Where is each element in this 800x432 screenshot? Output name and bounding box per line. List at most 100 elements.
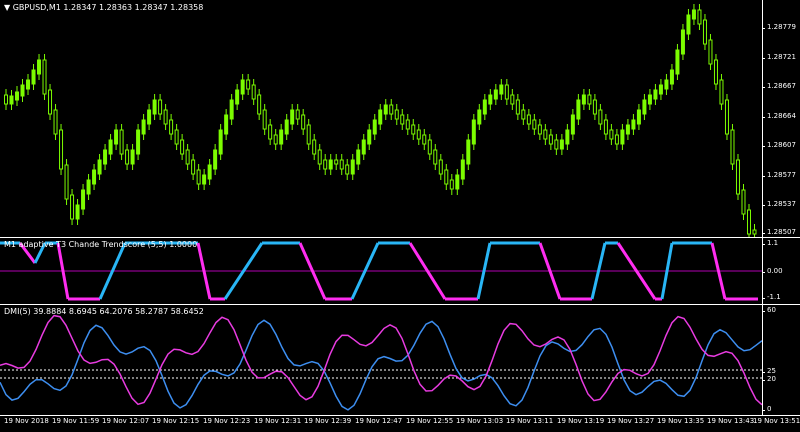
candle-body — [103, 149, 108, 165]
candle-body — [295, 109, 300, 120]
price-candles-chart — [4, 4, 757, 237]
candle-body — [268, 124, 273, 140]
time-label: 19 Nov 13:43 — [707, 417, 755, 425]
candle-body — [20, 84, 25, 97]
candle-body — [653, 89, 658, 100]
candle-body — [9, 95, 14, 105]
candle-body — [284, 119, 289, 135]
candle-body — [482, 99, 487, 115]
candle-body — [70, 194, 75, 220]
candle-body — [141, 119, 146, 135]
time-axis[interactable]: 19 Nov 2018 19 Nov 11:59 19 Nov 12:07 19… — [0, 417, 800, 432]
candle-body — [592, 99, 597, 115]
candle-body — [741, 189, 746, 215]
candle-body — [537, 124, 542, 135]
trendscore-tick: -1.1 — [762, 293, 781, 301]
candle-body — [229, 99, 234, 120]
price-tick: 1.28664 — [762, 112, 796, 120]
trendscore-scale[interactable]: 1.1 0.00 -1.1 — [761, 238, 800, 304]
time-label: 19 Nov 13:35 — [657, 417, 705, 425]
candle-body — [730, 129, 735, 165]
candle-body — [64, 164, 69, 200]
time-label: 19 Nov 13:11 — [506, 417, 554, 425]
candle-body — [647, 94, 652, 105]
symbol-header: ▼ GBPUSD,M1 1.28347 1.28363 1.28347 1.28… — [4, 3, 203, 12]
candle-body — [565, 129, 570, 145]
candle-body — [515, 99, 520, 115]
dmi-pane[interactable]: DMI(5) 39.8884 8.6945 64.2076 58.2787 58… — [0, 305, 762, 415]
candle-body — [218, 129, 223, 155]
candle-body — [675, 49, 680, 75]
candle-body — [460, 159, 465, 180]
candle-body — [169, 119, 174, 135]
candle-body — [444, 169, 449, 185]
time-label: 19 Nov 13:51 — [753, 417, 800, 425]
dmi-minus-line — [0, 314, 762, 406]
candle-body — [708, 39, 713, 65]
candle-body — [108, 139, 113, 155]
candle-body — [224, 114, 229, 135]
candle-body — [246, 79, 251, 90]
dmi-scale[interactable]: 60 25 20 0 — [761, 305, 800, 415]
price-chart-pane[interactable]: ▼ GBPUSD,M1 1.28347 1.28363 1.28347 1.28… — [0, 0, 762, 237]
candle-body — [92, 169, 97, 185]
candle-body — [658, 84, 663, 95]
candle-body — [422, 134, 427, 145]
candle-body — [427, 139, 432, 155]
candle-body — [323, 159, 328, 170]
dmi-header: DMI(5) 39.8884 8.6945 64.2076 58.2787 58… — [4, 307, 204, 316]
candle-body — [306, 124, 311, 145]
candle-body — [691, 9, 696, 20]
candle-body — [136, 129, 141, 155]
time-label: 19 Nov 12:55 — [406, 417, 454, 425]
candle-body — [389, 104, 394, 115]
candle-body — [328, 159, 333, 170]
candle-body — [752, 229, 757, 235]
candle-body — [609, 129, 614, 140]
candle-body — [598, 109, 603, 125]
candle-body — [416, 129, 421, 140]
candle-body — [48, 89, 53, 115]
candle-body — [400, 114, 405, 125]
dmi-tick: 60 — [762, 306, 776, 314]
price-scale[interactable]: 1.28779 1.28721 1.28667 1.28664 1.28607 … — [762, 0, 800, 237]
trendscore-tick: 0.00 — [762, 267, 783, 275]
time-label: 19 Nov 2018 — [4, 417, 49, 425]
collapse-triangle-icon[interactable]: ▼ — [4, 3, 10, 12]
candle-body — [521, 109, 526, 120]
candle-body — [636, 109, 641, 125]
candle-body — [251, 84, 256, 100]
candle-body — [86, 179, 91, 195]
candle-body — [686, 14, 691, 35]
trendscore-pane[interactable]: M1 adaptive T3 Chande Trendscore (5,5) 1… — [0, 238, 762, 304]
dmi-chart — [0, 314, 762, 411]
candle-body — [202, 174, 207, 185]
candle-body — [724, 99, 729, 135]
candle-body — [383, 104, 388, 115]
candle-body — [669, 69, 674, 85]
candle-body — [257, 94, 262, 115]
candle-body — [631, 119, 636, 130]
dmi-tick: 25 — [762, 367, 776, 375]
candle-body — [620, 129, 625, 145]
price-tick: 1.28667 — [762, 82, 796, 90]
candle-body — [339, 159, 344, 170]
trendscore-tick: 1.1 — [761, 239, 779, 247]
candle-body — [196, 169, 201, 185]
candle-body — [312, 139, 317, 155]
candle-body — [449, 179, 454, 190]
candle-body — [455, 174, 460, 190]
candle-body — [735, 159, 740, 195]
candle-body — [625, 124, 630, 135]
candle-body — [697, 9, 702, 25]
candle-body — [42, 59, 47, 95]
candle-body — [614, 134, 619, 145]
price-tick: 1.28537 — [762, 200, 796, 208]
time-label: 19 Nov 12:31 — [254, 417, 302, 425]
candle-body — [81, 189, 86, 210]
candle-body — [543, 129, 548, 140]
symbol-header-text: GBPUSD,M1 1.28347 1.28363 1.28347 1.2835… — [12, 3, 204, 12]
candle-body — [334, 159, 339, 165]
candle-body — [394, 109, 399, 120]
candle-body — [493, 89, 498, 100]
